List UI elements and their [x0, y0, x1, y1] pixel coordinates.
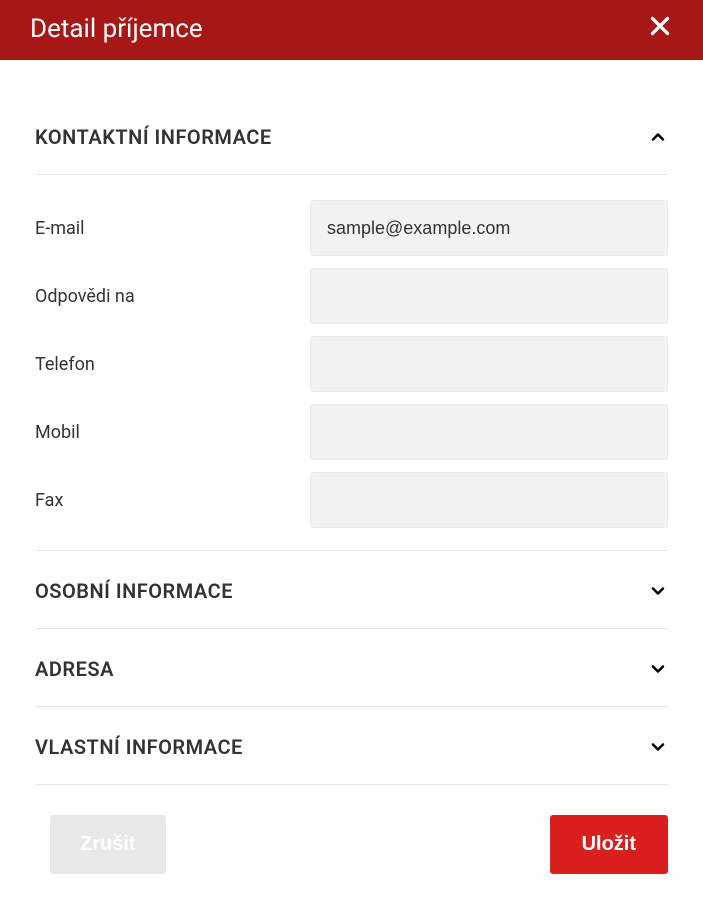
section-custom: VLASTNÍ INFORMACE	[35, 707, 668, 785]
chevron-up-icon	[648, 127, 668, 147]
close-icon	[647, 13, 673, 46]
cancel-button[interactable]: Zrušit	[50, 815, 166, 874]
fax-field[interactable]	[310, 472, 668, 528]
modal-footer: Zrušit Uložit	[0, 785, 703, 909]
section-address: ADRESA	[35, 629, 668, 707]
form-row-fax: Fax	[35, 472, 668, 528]
form-row-email: E-mail	[35, 200, 668, 256]
modal-header: Detail příjemce	[0, 0, 703, 60]
section-contact-title: KONTAKTNÍ INFORMACE	[35, 125, 272, 149]
chevron-down-icon	[648, 659, 668, 679]
form-row-mobile: Mobil	[35, 404, 668, 460]
mobile-field[interactable]	[310, 404, 668, 460]
label-mobile: Mobil	[35, 422, 310, 443]
form-row-reply-to: Odpovědi na	[35, 268, 668, 324]
section-contact: KONTAKTNÍ INFORMACE E-mail Odpovědi na T…	[35, 95, 668, 551]
section-custom-header[interactable]: VLASTNÍ INFORMACE	[35, 707, 668, 784]
phone-field[interactable]	[310, 336, 668, 392]
section-address-header[interactable]: ADRESA	[35, 629, 668, 706]
label-phone: Telefon	[35, 354, 310, 375]
section-address-title: ADRESA	[35, 657, 114, 681]
email-field[interactable]	[310, 200, 668, 256]
label-email: E-mail	[35, 218, 310, 239]
section-contact-content: E-mail Odpovědi na Telefon Mobil Fax	[35, 175, 668, 550]
close-button[interactable]	[647, 13, 673, 45]
modal-body: KONTAKTNÍ INFORMACE E-mail Odpovědi na T…	[0, 60, 703, 785]
section-contact-header[interactable]: KONTAKTNÍ INFORMACE	[35, 95, 668, 174]
section-personal-header[interactable]: OSOBNÍ INFORMACE	[35, 551, 668, 628]
modal-title: Detail příjemce	[30, 14, 203, 44]
form-row-phone: Telefon	[35, 336, 668, 392]
section-custom-title: VLASTNÍ INFORMACE	[35, 735, 243, 759]
label-reply-to: Odpovědi na	[35, 286, 310, 307]
label-fax: Fax	[35, 490, 310, 511]
section-personal: OSOBNÍ INFORMACE	[35, 551, 668, 629]
chevron-down-icon	[648, 737, 668, 757]
section-personal-title: OSOBNÍ INFORMACE	[35, 579, 233, 603]
chevron-down-icon	[648, 581, 668, 601]
reply-to-field[interactable]	[310, 268, 668, 324]
save-button[interactable]: Uložit	[550, 815, 668, 874]
